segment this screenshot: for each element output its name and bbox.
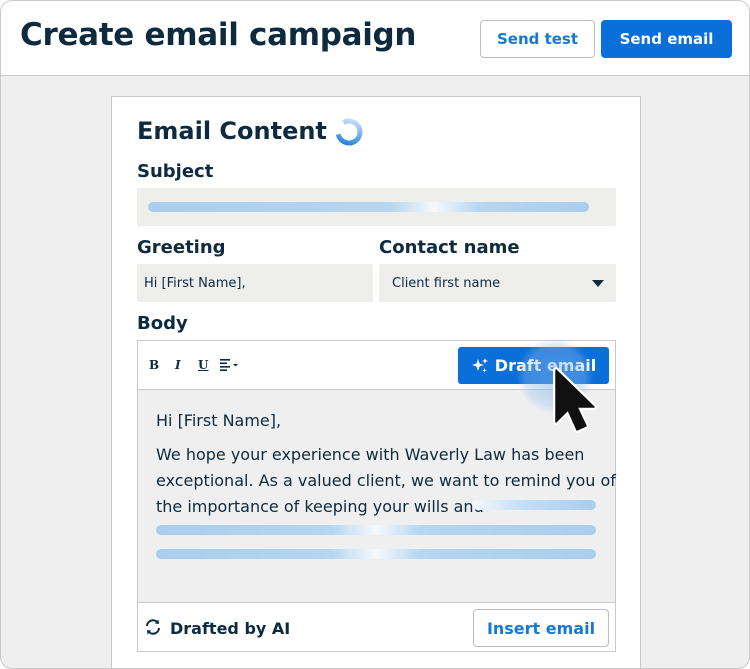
card-title: Email Content: [137, 117, 327, 145]
greeting-input[interactable]: Hi [First Name],: [137, 264, 373, 302]
app-window: Create email campaign Send test Send ema…: [0, 0, 750, 669]
caret-down-icon: [592, 280, 604, 287]
greeting-label: Greeting: [137, 237, 226, 258]
sparkle-icon: [471, 357, 488, 373]
drafted-by-ai-label: Drafted by AI: [170, 619, 291, 638]
send-email-button[interactable]: Send email: [601, 20, 732, 58]
contact-name-label: Contact name: [379, 237, 520, 258]
underline-button[interactable]: U: [198, 358, 208, 372]
body-line-greeting: Hi [First Name],: [156, 411, 282, 430]
subject-label: Subject: [137, 161, 214, 182]
body-line-1: We hope your experience with Waverly Law…: [156, 445, 585, 464]
page-title: Create email campaign: [20, 17, 417, 53]
refresh-icon[interactable]: [144, 618, 162, 636]
greeting-value: Hi [First Name],: [144, 276, 246, 291]
spinner-icon: [335, 118, 363, 146]
body-line-3: the importance of keeping your wills and: [156, 497, 484, 516]
insert-email-button[interactable]: Insert email: [473, 609, 609, 647]
body-line-2: exceptional. As a valued client, we want…: [156, 471, 616, 490]
mouse-pointer-icon: [553, 367, 597, 433]
contact-name-value: Client first name: [392, 276, 501, 291]
subject-loading-bar: [148, 202, 589, 212]
body-loading-bar-3: [156, 549, 596, 559]
bold-button[interactable]: B: [149, 358, 159, 372]
editor-content[interactable]: Hi [First Name], We hope your experience…: [138, 390, 616, 602]
italic-button[interactable]: I: [175, 358, 181, 372]
header-bar: Create email campaign Send test Send ema…: [1, 1, 749, 76]
body-loading-bar-2: [156, 525, 596, 535]
subject-input[interactable]: [137, 188, 616, 226]
body-loading-bar-1: [472, 500, 596, 510]
contact-name-select[interactable]: Client first name: [379, 264, 616, 302]
editor-footer: Drafted by AI Insert email: [138, 602, 615, 651]
align-left-icon[interactable]: [220, 359, 238, 371]
send-test-button[interactable]: Send test: [480, 20, 595, 58]
body-label: Body: [137, 313, 188, 334]
